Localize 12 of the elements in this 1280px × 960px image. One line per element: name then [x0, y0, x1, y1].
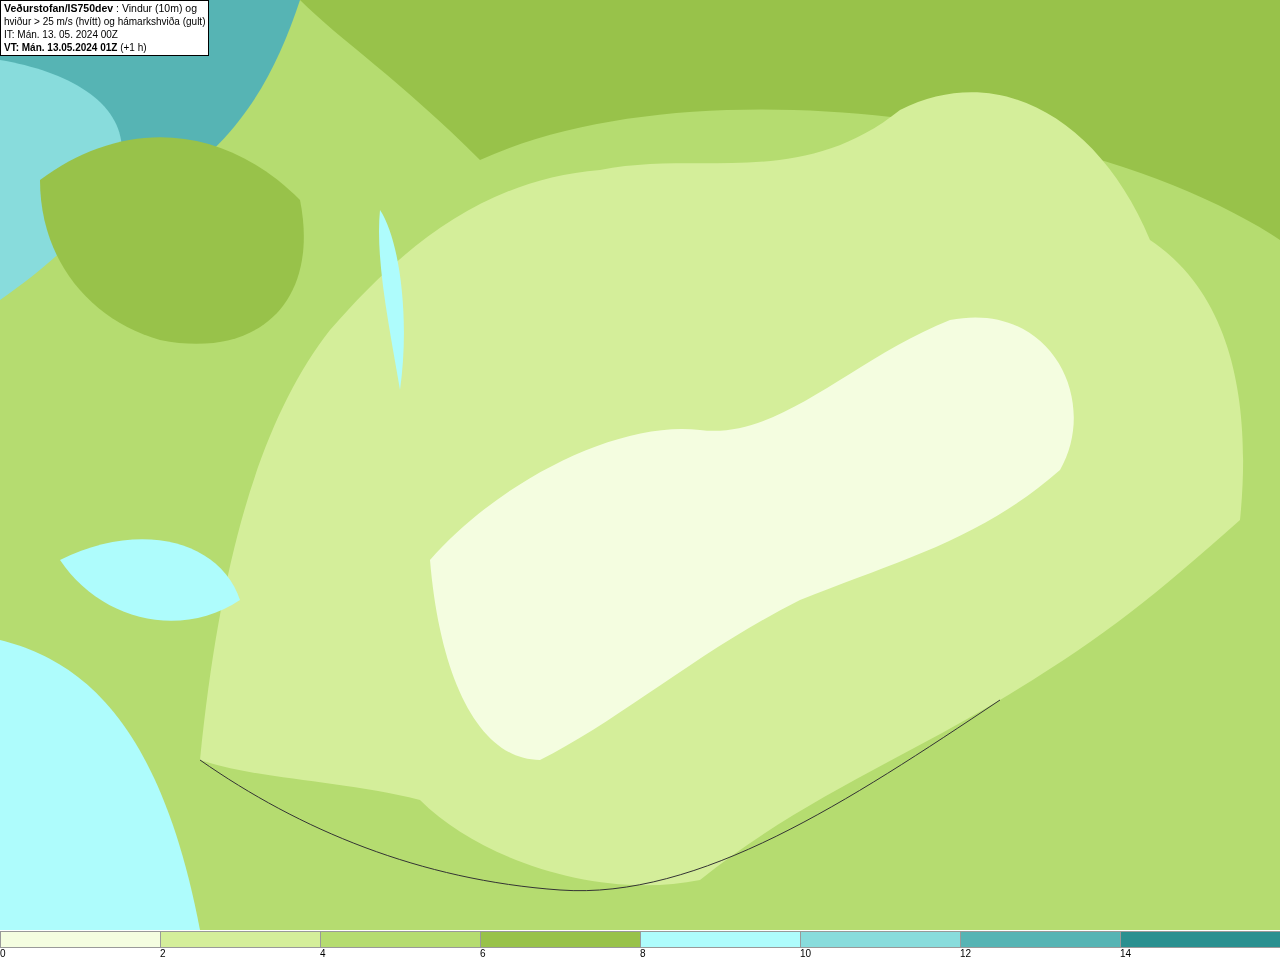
legend-tick-label: 10	[800, 948, 812, 959]
title-line: Veðurstofan/IS750dev : Vindur (10m) og	[4, 2, 198, 15]
title-line: VT: Mán. 13.05.2024 01Z (+1 h)	[4, 41, 148, 54]
title-line: IT: Mán. 13. 05. 2024 00Z	[4, 28, 119, 41]
legend-tick-label: 6	[480, 948, 486, 959]
legend-tick-label: 8	[640, 948, 646, 959]
legend-tick-label: 14	[1120, 948, 1132, 959]
legend-tick-label: 4	[320, 948, 326, 959]
title-line: hviður > 25 m/s (hvítt) og hámarkshviða (gult)	[4, 15, 206, 28]
legend-tick-label: 2	[160, 948, 166, 959]
legend-tick-label: 12	[960, 948, 972, 959]
legend-tick-label: 0	[0, 948, 6, 959]
